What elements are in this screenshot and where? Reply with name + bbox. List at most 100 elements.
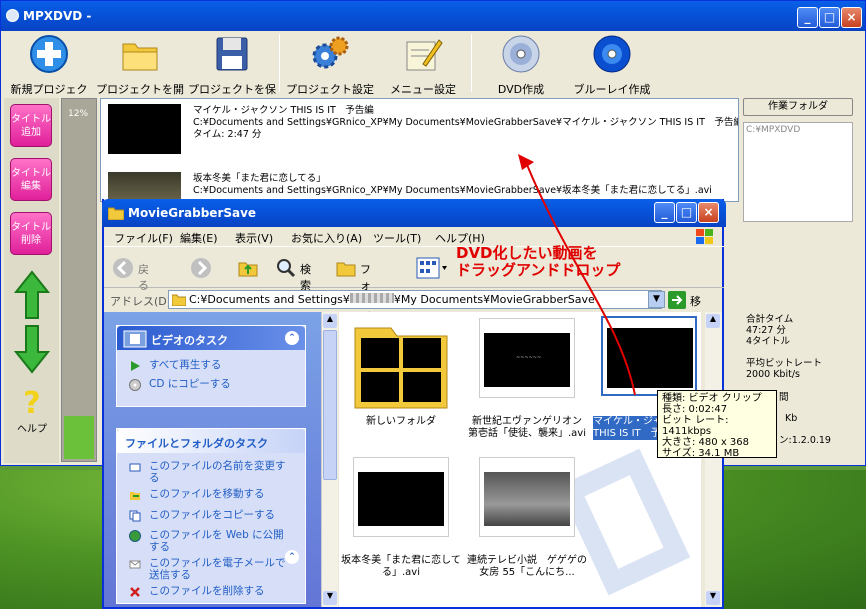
scroll-thumb[interactable]: [323, 330, 337, 480]
toolbar-separator: [471, 34, 472, 92]
task-label: このファイルの名前を変更する: [149, 460, 286, 484]
scroll-down-arrow-icon[interactable]: ▼: [323, 591, 337, 605]
folder-icon: [172, 294, 186, 306]
task-label: このファイルを Web に公開する: [149, 529, 284, 553]
avg-bitrate-value: 2000 Kbit/s: [746, 369, 800, 380]
dvd-disc-icon: [502, 35, 540, 73]
task-label: このファイルを移動する: [149, 488, 265, 500]
file-view-scrollbar[interactable]: ▲ ▼: [705, 312, 722, 607]
search-button[interactable]: 検索: [276, 258, 311, 292]
scroll-up-arrow-icon[interactable]: ▲: [706, 314, 720, 328]
stat-fragment: Kb: [785, 413, 798, 424]
menu-file[interactable]: ファイル(F): [114, 230, 173, 246]
total-time-label: 合計タイム: [746, 314, 794, 325]
toolbar-separator: [279, 34, 280, 92]
view-mode-icon[interactable]: [416, 257, 448, 279]
menu-favorites[interactable]: お気に入り(A): [291, 230, 362, 246]
window-title: MPXDVD -: [23, 9, 92, 23]
avg-bitrate-label: 平均ビットレート: [746, 358, 823, 369]
go-button[interactable]: 移動: [668, 291, 701, 324]
globe-icon: [129, 530, 141, 542]
scroll-up-arrow-icon[interactable]: ▲: [323, 314, 337, 328]
explorer-maximize-button[interactable]: □: [676, 202, 697, 223]
dvd-create-label: DVD作成: [497, 83, 545, 96]
delete-title-button[interactable]: タイトル 削除: [10, 212, 52, 255]
save-project-button[interactable]: プロジェクトを保存: [187, 32, 277, 112]
move-icon: [130, 492, 140, 500]
back-button[interactable]: 戻る: [112, 257, 149, 292]
capacity-bar: 12%: [61, 98, 97, 462]
rename-icon: [129, 463, 141, 472]
forward-button[interactable]: [190, 257, 212, 282]
tooltip-dimensions: 大きさ: 480 x 368: [662, 437, 749, 448]
menu-view[interactable]: 表示(V): [235, 230, 273, 246]
tooltip-length: 長さ: 0:02:47: [662, 404, 728, 415]
task-pane: ビデオのタスク ⌃ すべて再生する CD にコピーする ファイルとフォルダのタス…: [104, 312, 321, 607]
task-label: このファイルを電子メールで送信する: [149, 557, 286, 581]
add-title-button[interactable]: タイトル 追加: [10, 104, 52, 147]
file-tasks-header[interactable]: ファイルとフォルダのタスク ⌃: [117, 429, 305, 564]
explorer-close-button[interactable]: ×: [698, 202, 719, 223]
folder-icon: [108, 207, 124, 220]
video-tasks-title: ビデオのタスク: [151, 334, 228, 347]
title-count: 4タイトル: [746, 336, 791, 347]
menu-settings-label: メニュー設定: [390, 83, 456, 96]
stat-fragment: 間: [779, 392, 789, 403]
bluray-create-label: ブルーレイ作成: [573, 83, 651, 96]
help-button[interactable]: ? ヘルプ: [12, 386, 52, 436]
video-thumbnail: [108, 104, 181, 154]
question-mark-icon: ?: [23, 386, 41, 421]
cd-icon: [129, 379, 141, 391]
bluray-disc-icon: [593, 35, 631, 73]
close-button[interactable]: ×: [841, 7, 862, 28]
collapse-chevron-icon[interactable]: ⌃: [285, 331, 299, 345]
side-panel: タイトル 追加 タイトル 編集 タイトル 削除 ? ヘルプ: [4, 98, 59, 463]
item-time: タイム: 2:47 分: [193, 129, 262, 140]
video-thumbnail: [353, 457, 449, 537]
open-project-button[interactable]: プロジェクトを開く: [95, 32, 185, 112]
delete-title-label: タイトル 削除: [11, 222, 51, 246]
back-arrow-icon: [113, 258, 133, 278]
gear-settings-icon: [312, 36, 349, 69]
tooltip-bitrate: ビット レート: 1411kbps: [662, 415, 729, 437]
help-label: ヘルプ: [17, 424, 47, 435]
play-icon: [131, 361, 140, 371]
task-pane-scrollbar[interactable]: ▲ ▼: [321, 312, 338, 607]
scroll-down-arrow-icon[interactable]: ▼: [706, 591, 720, 605]
move-down-arrow-icon[interactable]: [14, 324, 50, 374]
menu-tools[interactable]: ツール(T): [373, 230, 421, 246]
redacted-username: [349, 293, 394, 303]
right-panel: 作業フォルダ C:¥MPXDVD: [743, 98, 853, 222]
up-folder-icon[interactable]: [238, 258, 258, 278]
add-title-label: タイトル 追加: [11, 114, 51, 138]
maximize-button[interactable]: □: [819, 7, 840, 28]
folders-button[interactable]: フォルダ: [336, 258, 371, 324]
menu-edit-icon: [406, 39, 443, 71]
move-up-arrow-icon[interactable]: [14, 270, 50, 320]
work-folder-button[interactable]: 作業フォルダ: [743, 98, 853, 116]
version-fragment: ン:1.2.0.19: [779, 435, 831, 446]
new-project-icon: [30, 35, 68, 73]
search-icon: [277, 259, 296, 278]
video-tasks-header[interactable]: ビデオのタスク ⌃: [117, 326, 305, 350]
edit-title-button[interactable]: タイトル 編集: [10, 158, 52, 201]
task-label: CD にコピーする: [149, 378, 231, 390]
tooltip-type: 種類: ビデオ クリップ: [662, 393, 762, 404]
forward-arrow-icon: [191, 258, 211, 278]
title-bar[interactable]: MPXDVD - _ □ ×: [1, 1, 865, 31]
minimize-button[interactable]: _: [797, 7, 818, 28]
delete-x-icon: [130, 587, 140, 597]
dvd-create-button[interactable]: DVD作成: [483, 32, 559, 96]
menu-edit[interactable]: 編集(E): [180, 230, 218, 246]
file-label: 新しいフォルダ: [366, 416, 436, 427]
new-project-button[interactable]: 新規プロジェクト: [7, 32, 91, 112]
bluray-create-button[interactable]: ブルーレイ作成: [567, 32, 657, 96]
windows-logo-icon: [696, 229, 713, 244]
menu-settings-button[interactable]: メニュー設定: [383, 32, 463, 96]
task-label: このファイルをコピーする: [149, 509, 275, 521]
file-tasks-panel: ファイルとフォルダのタスク ⌃ このファイルの名前を変更する このファイルを移動…: [116, 428, 306, 604]
project-settings-button[interactable]: プロジェクト設定: [285, 32, 375, 96]
file-tasks-title: ファイルとフォルダのタスク: [125, 437, 268, 450]
item-title: マイケル・ジャクソン THIS IS IT 予告編: [193, 105, 374, 116]
capacity-percent: 12%: [68, 109, 89, 119]
